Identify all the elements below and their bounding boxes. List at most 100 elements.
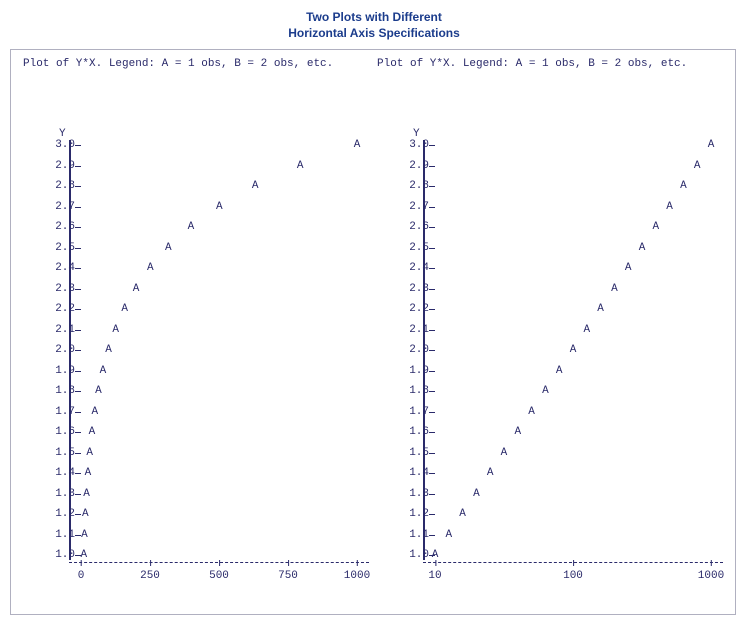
x-tick: 1000 <box>344 570 370 582</box>
data-point: A <box>487 467 494 479</box>
y-tick: 2.2 <box>37 303 75 315</box>
data-point: A <box>473 488 480 500</box>
y-tick: 1.8 <box>37 385 75 397</box>
y-tick: 2.4 <box>37 262 75 274</box>
data-point: A <box>112 324 119 336</box>
data-point: A <box>147 262 154 274</box>
data-point: A <box>121 303 128 315</box>
data-point: A <box>89 426 96 438</box>
y-tick: 2.7 <box>391 201 429 213</box>
y-tick: 1.0 <box>391 549 429 561</box>
data-point: A <box>80 549 87 561</box>
y-tick: 2.8 <box>391 180 429 192</box>
data-point: A <box>666 201 673 213</box>
data-point: A <box>708 139 715 151</box>
y-tick: 2.4 <box>391 262 429 274</box>
y-tick: 1.1 <box>37 529 75 541</box>
data-point: A <box>354 139 361 151</box>
y-tick: 2.2 <box>391 303 429 315</box>
data-point: A <box>297 160 304 172</box>
y-tick: 2.6 <box>391 221 429 233</box>
data-point: A <box>188 221 195 233</box>
y-tick: 3.0 <box>37 139 75 151</box>
data-point: A <box>432 549 439 561</box>
y-tick: 1.7 <box>391 406 429 418</box>
legend-row: Plot of Y*X. Legend: A = 1 obs, B = 2 ob… <box>19 58 727 70</box>
y-tick: 1.3 <box>37 488 75 500</box>
y-tick: 2.9 <box>37 160 75 172</box>
page-title: Two Plots with Different Horizontal Axis… <box>10 10 738 41</box>
y-tick: 1.8 <box>391 385 429 397</box>
y-tick: 2.5 <box>391 242 429 254</box>
x-tick: 0 <box>78 570 85 582</box>
y-tick: 1.7 <box>37 406 75 418</box>
x-tick: 10 <box>428 570 441 582</box>
data-point: A <box>81 529 88 541</box>
y-tick: 1.6 <box>391 426 429 438</box>
y-tick: 1.9 <box>391 365 429 377</box>
data-point: A <box>85 467 92 479</box>
plot-container: Y 3.02.92.82.72.62.52.42.32.22.12.01.91.… <box>19 80 727 606</box>
y-tick: 3.0 <box>391 139 429 151</box>
data-point: A <box>528 406 535 418</box>
data-point: A <box>133 283 140 295</box>
x-tick: 100 <box>563 570 583 582</box>
data-point: A <box>583 324 590 336</box>
y-tick: 2.9 <box>391 160 429 172</box>
data-point: A <box>694 160 701 172</box>
y-tick: 2.1 <box>391 324 429 336</box>
data-point: A <box>597 303 604 315</box>
y-tick: 2.3 <box>391 283 429 295</box>
data-point: A <box>95 385 102 397</box>
y-tick: 1.4 <box>391 467 429 479</box>
data-point: A <box>501 447 508 459</box>
y-tick: 2.6 <box>37 221 75 233</box>
data-point: A <box>252 180 259 192</box>
y-tick: 2.7 <box>37 201 75 213</box>
plot-right-log: Y 3.02.92.82.72.62.52.42.32.22.12.01.91.… <box>373 80 727 606</box>
y-tick: 2.8 <box>37 180 75 192</box>
y-tick: 1.5 <box>37 447 75 459</box>
data-point: A <box>680 180 687 192</box>
y-tick: 1.2 <box>37 508 75 520</box>
data-point: A <box>625 262 632 274</box>
x-tick: 1000 <box>698 570 724 582</box>
y-tick: 2.1 <box>37 324 75 336</box>
x-tick: 750 <box>278 570 298 582</box>
y-tick: 1.6 <box>37 426 75 438</box>
data-point: A <box>216 201 223 213</box>
y-tick: 2.3 <box>37 283 75 295</box>
data-point: A <box>570 344 577 356</box>
x-tick: 500 <box>209 570 229 582</box>
y-tick: 2.0 <box>391 344 429 356</box>
data-point: A <box>82 508 89 520</box>
y-tick: 2.5 <box>37 242 75 254</box>
plot-frame: Plot of Y*X. Legend: A = 1 obs, B = 2 ob… <box>10 49 736 615</box>
x-tick: 250 <box>140 570 160 582</box>
data-point: A <box>652 221 659 233</box>
legend-right: Plot of Y*X. Legend: A = 1 obs, B = 2 ob… <box>373 58 727 70</box>
data-point: A <box>556 365 563 377</box>
y-tick: 1.5 <box>391 447 429 459</box>
data-point: A <box>83 488 90 500</box>
data-point: A <box>514 426 521 438</box>
data-point: A <box>165 242 172 254</box>
y-tick: 1.9 <box>37 365 75 377</box>
y-tick: 1.1 <box>391 529 429 541</box>
data-point: A <box>100 365 107 377</box>
y-tick: 2.0 <box>37 344 75 356</box>
title-line2: Horizontal Axis Specifications <box>288 26 460 40</box>
data-point: A <box>105 344 112 356</box>
data-point: A <box>86 447 93 459</box>
data-point: A <box>445 529 452 541</box>
y-tick: 1.3 <box>391 488 429 500</box>
y-tick: 1.4 <box>37 467 75 479</box>
y-tick: 1.0 <box>37 549 75 561</box>
data-point: A <box>92 406 99 418</box>
title-line1: Two Plots with Different <box>306 10 442 24</box>
data-point: A <box>459 508 466 520</box>
data-point: A <box>611 283 618 295</box>
plot-left-linear: Y 3.02.92.82.72.62.52.42.32.22.12.01.91.… <box>19 80 373 606</box>
data-point: A <box>542 385 549 397</box>
legend-left: Plot of Y*X. Legend: A = 1 obs, B = 2 ob… <box>19 58 373 70</box>
